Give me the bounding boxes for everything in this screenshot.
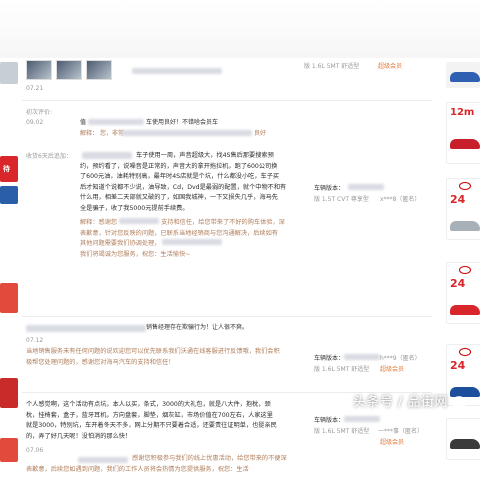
review-line: 全是骗子，收了我5000元提前手续费。	[80, 204, 189, 212]
left-ad-label: 待	[3, 165, 10, 173]
brand-logo-icon	[459, 348, 471, 356]
right-ad-banner-2[interactable]: 12m	[446, 102, 480, 164]
review-row: 初次评价: 09.02 值 车使用良好！不错啥会员车 解释： 您，非常 良好 收…	[22, 102, 432, 317]
car-image	[450, 72, 480, 82]
right-ad-banner-6[interactable]	[446, 418, 480, 460]
car-version-value: 版 1.5T CVT 尊享型	[314, 196, 369, 203]
member-badge: 超级会员	[380, 439, 405, 446]
followup-label: 收货6天后追加：	[26, 153, 72, 160]
reply-line: 当地销售服务未有任何问题的说欢迎您可以优先联系我们沃通在线客服进行反馈哦，我们会…	[26, 348, 280, 355]
right-ad-banner-3[interactable]: 24	[446, 178, 480, 240]
brand-logo-icon	[459, 182, 471, 190]
left-ad-banner-2[interactable]: 待	[0, 156, 18, 182]
reply-text: 解释：感谢您	[80, 219, 118, 226]
blurred-text	[344, 354, 380, 360]
reply-body: 感谢您积极参与我们的线上优惠活动，给您带来的不便深	[132, 454, 308, 465]
blurred-text	[88, 119, 144, 125]
initial-review-label: 初次评价:	[26, 109, 53, 116]
reply-line: 表歉意，针对您反映的问题，已联系当地经销商与您沟通解决，后续如有	[80, 229, 278, 237]
review-row-top: 07.21 版 1.6L 5MT 舒适型 超级会员	[22, 58, 432, 101]
ad-headline: 24	[450, 193, 466, 206]
review-snippet: 销售经理存在欺骗行为！让人很不爽。	[146, 324, 249, 331]
blurred-text	[344, 416, 380, 422]
right-ad-column: 12m 24 24 24	[444, 58, 480, 480]
ad-headline: 12m	[450, 107, 475, 118]
review-line: 后才知道个说都不少说，油导致，Cd，Dvd是最弱的配置，就个中物不和有	[80, 183, 287, 191]
left-ad-banner-1[interactable]	[0, 62, 18, 84]
car-image	[450, 439, 480, 449]
watermark: 头条号 / 品街网	[353, 391, 466, 410]
reply-line: 其他问题需要我们协调处理，	[80, 239, 308, 250]
photo-thumbnail[interactable]	[56, 60, 82, 80]
reply-body: 当地销售服务未有任何问题的说欢迎您可以优先联系我们沃通在线客服进行反馈哦，我们会…	[26, 347, 308, 368]
member-badge: 超级会员	[378, 63, 403, 70]
ad-headline: 24	[450, 359, 466, 372]
reviewer-name[interactable]: x***8（匿名）	[380, 195, 420, 204]
car-image	[450, 139, 480, 149]
left-ad-column: 待	[0, 58, 18, 480]
left-ad-banner-4[interactable]	[0, 283, 18, 313]
reply-line: 我们将竭诚为您服务，祝您：生活愉快~	[80, 250, 191, 258]
review-date: 07.12	[26, 337, 44, 344]
reply-text: 其他问题需要我们协调处理，	[80, 240, 161, 247]
blurred-text	[348, 184, 384, 190]
reply-line: 极帮您处理问题的，感谢您对海马汽车的支持和信任！	[26, 358, 175, 366]
review-date: 07.21	[26, 85, 44, 92]
member-badge: 超级会员	[380, 366, 405, 373]
reply-body: 解释：感谢您 支持和信任，给您带来了不好的购车体验，深 表歉意，针对您反映的问题，…	[80, 218, 308, 260]
review-body: 个人感觉啊，这个活动有点坑，本人以买，条式，3000的大礼包，就是八大件，抱枕，…	[26, 400, 308, 442]
ad-headline: 24	[450, 277, 466, 290]
blurred-text	[78, 457, 128, 463]
reviewer-name[interactable]: 一***事（匿名）	[378, 427, 423, 436]
right-ad-banner-4[interactable]: 24	[446, 262, 480, 324]
review-line: 个人感觉啊，这个活动有点坑，本人以买，条式，3000的大礼包，就是八大件，抱枕，…	[26, 401, 271, 408]
reviewer-name[interactable]: h***9（匿名）	[380, 354, 421, 363]
left-ad-banner-3[interactable]	[0, 186, 18, 204]
car-version-value: 版 1.6L 5MT 舒适型	[314, 428, 370, 435]
review-line: 了600元油，油耗特别高，最年时4S店就是个坑，什么都没小吃，车子买	[80, 173, 280, 180]
review-body: 车子使用一周，声音超级大，找4S售后那要搜索预 约，预约看了，说噪音是正常的，声…	[80, 151, 308, 214]
blurred-text	[26, 325, 146, 332]
review-line: 约，预约看了，说噪音是正常的，声音大的拿开拖拉机，跑了600公司换	[80, 162, 278, 170]
car-version-value: 版 1.6L 5MT 舒适型	[304, 63, 360, 70]
review-row: 销售经理存在欺骗行为！让人很不爽。 07.12 当地销售服务未有任何问题的说欢迎…	[22, 318, 432, 393]
watermark-text: 头条号 / 品街网	[352, 395, 448, 410]
photo-thumbnails	[26, 60, 112, 80]
reply-body: 表歉意，后续您如遇到问题，我们的工作人员将会热情为您提供服务，祝您：生活	[26, 465, 308, 476]
left-ad-banner-5[interactable]	[0, 378, 18, 408]
reply-text: 支持和信任，给您带来了不好的购车体验，深	[161, 219, 285, 226]
left-ad-banner-6[interactable]	[0, 438, 18, 462]
review-line: 的，弄了好几天呢！没怕消的那么快！	[26, 432, 132, 440]
blurred-text	[119, 218, 160, 224]
photo-thumbnail[interactable]	[26, 60, 52, 80]
car-image	[450, 305, 480, 315]
car-version-value: 版 1.6L 5MT 舒适型	[314, 366, 370, 373]
blurred-text	[132, 68, 222, 74]
reply-snippet: 良好	[254, 130, 267, 137]
review-snippet: 值	[80, 119, 87, 126]
review-date: 09.02	[26, 119, 44, 126]
blurred-text	[162, 239, 223, 245]
top-header-bar	[0, 0, 480, 58]
review-line: 车子使用一周，声音超级大，找4S售后那要搜索预	[136, 152, 274, 159]
review-snippet: 车使用良好！不错啥会员车	[146, 119, 219, 126]
review-list: 07.21 版 1.6L 5MT 舒适型 超级会员 初次评价: 09.02 值 …	[22, 58, 432, 480]
reply-snippet: 您，非常	[100, 130, 125, 137]
review-line: 枕，挂椅套，盒子，蓝牙耳机，方向盘套，脚垫，烟灰缸，市场价值在700左右，人家这…	[26, 411, 273, 419]
brand-logo-icon	[459, 266, 471, 274]
car-image	[450, 221, 480, 231]
reply-line: 解释：感谢您 支持和信任，给您带来了不好的购车体验，深	[80, 218, 308, 229]
reply-line: 表歉意，后续您如遇到问题，我们的工作人员将会热情为您提供服务，祝您：生活	[26, 466, 249, 473]
reply-line: 感谢您积极参与我们的线上优惠活动，给您带来的不便深	[132, 455, 287, 462]
right-ad-banner-1[interactable]	[446, 62, 480, 88]
blurred-text	[122, 130, 252, 136]
reply-label: 解释：	[80, 130, 99, 137]
review-date: 07.06	[26, 447, 44, 454]
review-line: 就是3000，特别坑，车开着冬天不多，网上分期不只要着合适，还要责往证明单，也挺…	[26, 422, 277, 429]
photo-thumbnail[interactable]	[86, 60, 112, 80]
review-line: 什么用，相差二天部就又破的了，如国我城神，一下又损失几乎，海马先	[80, 194, 278, 201]
watermark-logo-icon	[452, 395, 466, 410]
